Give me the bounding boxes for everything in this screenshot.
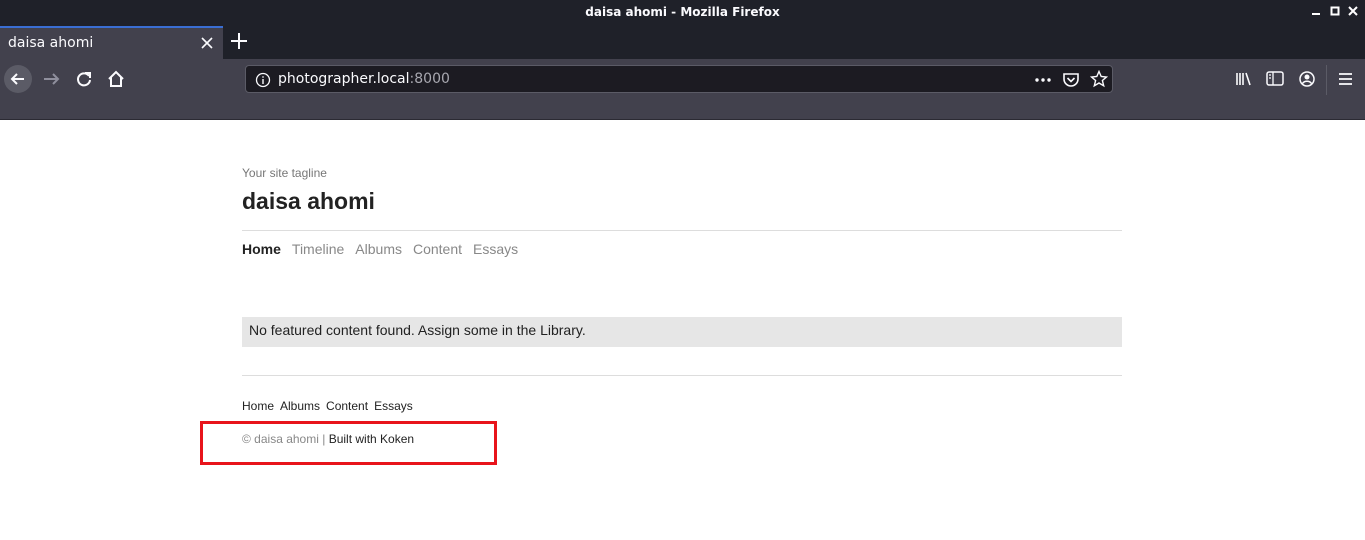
nav-link-essays[interactable]: Essays [473,241,518,257]
url-text: photographer.local:8000 [278,71,450,87]
nav-link-albums[interactable]: Albums [355,241,402,257]
footer-link-essays[interactable]: Essays [374,399,413,413]
url-bar[interactable]: photographer.local:8000 [245,65,1113,93]
new-tab-icon[interactable] [231,29,247,58]
footer-divider [242,375,1122,376]
url-host: photographer.local [278,71,410,87]
forward-icon[interactable] [38,65,66,93]
close-window-icon[interactable] [1346,4,1360,20]
back-icon[interactable] [4,65,32,93]
nav-link-home[interactable]: Home [242,241,281,257]
header-divider [242,230,1122,231]
tab-strip: daisa ahomi [0,26,1365,59]
site-info-icon[interactable] [255,72,271,93]
maximize-icon[interactable] [1328,4,1342,20]
url-port: :8000 [409,71,450,87]
minimize-icon[interactable] [1309,4,1323,20]
footer-link-content[interactable]: Content [326,399,368,413]
reload-icon[interactable] [70,65,98,93]
home-icon[interactable] [102,65,130,93]
library-icon[interactable] [1230,65,1258,93]
site-title[interactable]: daisa ahomi [242,188,375,215]
nav-link-content[interactable]: Content [413,241,462,257]
close-tab-icon[interactable] [201,33,213,58]
empty-featured-notice: No featured content found. Assign some i… [242,317,1122,347]
page-actions-icon[interactable] [1034,71,1052,94]
account-icon[interactable] [1293,65,1321,93]
nav-link-timeline[interactable]: Timeline [292,241,344,257]
annotation-highlight-box [200,421,497,465]
window-title: daisa ahomi - Mozilla Firefox [585,5,780,19]
menu-icon[interactable] [1332,65,1360,93]
window-titlebar: daisa ahomi - Mozilla Firefox [0,0,1365,26]
tab-active[interactable]: daisa ahomi [0,26,223,59]
site-tagline: Your site tagline [242,166,327,180]
tab-label: daisa ahomi [8,35,94,51]
footer-link-home[interactable]: Home [242,399,274,413]
main-nav: Home Timeline Albums Content Essays [242,241,529,257]
toolbar-bottom [0,99,1365,120]
pocket-icon[interactable] [1062,71,1080,94]
bookmark-star-icon[interactable] [1089,69,1109,93]
toolbar-divider [1326,65,1327,95]
footer-nav: Home Albums Content Essays [242,399,419,413]
nav-toolbar: photographer.local:8000 [0,59,1365,99]
footer-link-albums[interactable]: Albums [280,399,320,413]
sidebar-icon[interactable] [1261,65,1289,93]
